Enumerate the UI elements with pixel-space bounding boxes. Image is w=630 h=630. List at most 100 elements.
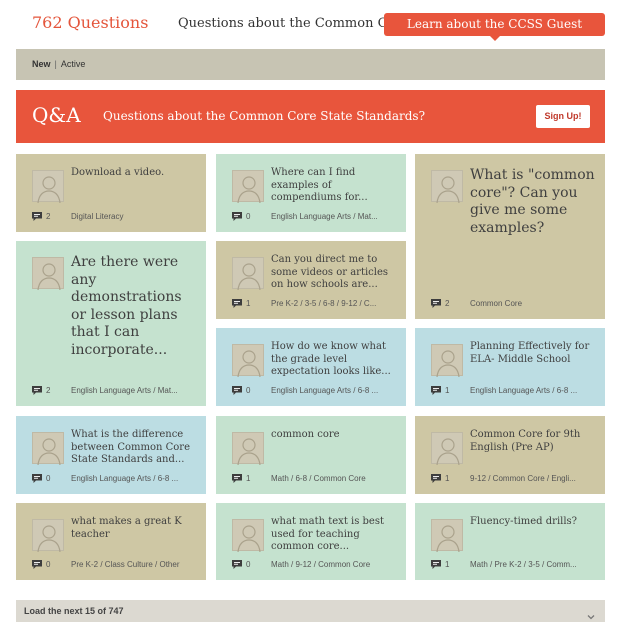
- question-text[interactable]: Fluency-timed drills?: [470, 516, 595, 529]
- sign-up-button[interactable]: Sign Up!: [536, 105, 590, 128]
- card-footer: 1 Math / Pre K-2 / 3-5 / Comm...: [431, 559, 597, 571]
- user-silhouette-icon: [431, 170, 463, 203]
- question-count: 762 Questions: [32, 13, 149, 32]
- load-more-label: Load the next 15 of 747: [24, 606, 124, 616]
- question-card[interactable]: Fluency-timed drills? 1 Math / Pre K-2 /…: [415, 503, 605, 580]
- card-footer: 0 English Language Arts / 6-8 ...: [32, 473, 198, 485]
- question-card[interactable]: How do we know what the grade level expe…: [216, 328, 406, 406]
- user-silhouette-icon: [431, 432, 463, 465]
- answer-count: 1: [445, 560, 450, 569]
- question-text[interactable]: Planning Effectively for ELA- Middle Sch…: [470, 341, 595, 366]
- comment-bubble-icon: [32, 212, 42, 221]
- filter-new[interactable]: New: [32, 59, 51, 69]
- user-silhouette-icon: [232, 170, 264, 203]
- load-more-button[interactable]: Load the next 15 of 747: [16, 600, 605, 622]
- card-footer: 1 9-12 / Common Core / Engli...: [431, 473, 597, 485]
- question-text[interactable]: How do we know what the grade level expe…: [271, 341, 396, 379]
- answer-count: 1: [445, 474, 450, 483]
- learn-guest-experts-button[interactable]: Learn about the CCSS Guest Experts: [384, 13, 605, 54]
- answer-count: 2: [445, 299, 450, 308]
- question-text[interactable]: What is "common core"? Can you give me s…: [470, 167, 595, 237]
- card-footer: 0 English Language Arts / Mat...: [232, 211, 398, 223]
- header-question: Questions about the Common Core?: [178, 16, 417, 31]
- answer-count: 0: [246, 386, 251, 395]
- user-silhouette-icon: [232, 344, 264, 377]
- chevron-down-icon: [587, 607, 595, 620]
- question-text[interactable]: Are there were any demonstrations or les…: [71, 254, 196, 359]
- card-footer: 0 Math / 9-12 / Common Core: [232, 559, 398, 571]
- card-tags[interactable]: Math / Pre K-2 / 3-5 / Comm...: [470, 559, 597, 571]
- question-text[interactable]: What is the difference between Common Co…: [71, 429, 196, 467]
- card-footer: 1 Pre K-2 / 3-5 / 6-8 / 9-12 / C...: [232, 298, 398, 310]
- question-card[interactable]: Are there were any demonstrations or les…: [16, 241, 206, 406]
- question-card[interactable]: Where can I find examples of compendiums…: [216, 154, 406, 232]
- question-text[interactable]: Download a video.: [71, 167, 196, 180]
- answer-count: 1: [246, 299, 251, 308]
- comment-bubble-icon: [232, 386, 242, 395]
- card-footer: 1 Math / 6-8 / Common Core: [232, 473, 398, 485]
- qa-banner: Q&A Questions about the Common Core Stat…: [16, 90, 605, 143]
- card-tags[interactable]: Math / 9-12 / Common Core: [271, 559, 398, 571]
- comment-bubble-icon: [232, 299, 242, 308]
- comment-bubble-icon: [431, 386, 441, 395]
- comment-bubble-icon: [232, 560, 242, 569]
- card-footer: 0 English Language Arts / 6-8 ...: [232, 385, 398, 397]
- user-silhouette-icon: [32, 257, 64, 290]
- question-text[interactable]: common core: [271, 429, 396, 442]
- question-card[interactable]: common core 1 Math / 6-8 / Common Core: [216, 416, 406, 494]
- qa-logo: Q&A: [32, 103, 81, 127]
- question-card[interactable]: Common Core for 9th English (Pre AP) 1 9…: [415, 416, 605, 494]
- user-silhouette-icon: [232, 257, 264, 290]
- comment-bubble-icon: [32, 560, 42, 569]
- card-tags[interactable]: Pre K-2 / Class Culture / Other: [71, 559, 198, 571]
- answer-count: 0: [246, 212, 251, 221]
- user-silhouette-icon: [431, 519, 463, 552]
- question-card[interactable]: what math text is best used for teaching…: [216, 503, 406, 580]
- question-card[interactable]: Download a video. 2 Digital Literacy: [16, 154, 206, 232]
- question-card[interactable]: what makes a great K teacher 0 Pre K-2 /…: [16, 503, 206, 580]
- answer-count: 2: [46, 386, 51, 395]
- card-footer: 2 Common Core: [431, 298, 597, 310]
- filter-active[interactable]: Active: [61, 59, 86, 69]
- answer-count: 0: [246, 560, 251, 569]
- question-text[interactable]: Common Core for 9th English (Pre AP): [470, 429, 595, 454]
- card-footer: 2 Digital Literacy: [32, 211, 198, 223]
- card-tags[interactable]: English Language Arts / 6-8 ...: [271, 385, 398, 397]
- comment-bubble-icon: [431, 560, 441, 569]
- card-tags[interactable]: Digital Literacy: [71, 211, 198, 223]
- question-card[interactable]: Can you direct me to some videos or arti…: [216, 241, 406, 319]
- comment-bubble-icon: [32, 474, 42, 483]
- card-tags[interactable]: 9-12 / Common Core / Engli...: [470, 473, 597, 485]
- question-text[interactable]: what math text is best used for teaching…: [271, 516, 396, 554]
- question-card[interactable]: What is the difference between Common Co…: [16, 416, 206, 494]
- card-tags[interactable]: English Language Arts / 6-8 ...: [71, 473, 198, 485]
- user-silhouette-icon: [431, 344, 463, 377]
- card-tags[interactable]: English Language Arts / Mat...: [271, 211, 398, 223]
- card-tags[interactable]: Common Core: [470, 298, 597, 310]
- question-card[interactable]: What is "common core"? Can you give me s…: [415, 154, 605, 319]
- user-silhouette-icon: [32, 519, 64, 552]
- answer-count: 0: [46, 560, 51, 569]
- answer-count: 1: [445, 386, 450, 395]
- question-text[interactable]: Where can I find examples of compendiums…: [271, 167, 396, 205]
- user-silhouette-icon: [32, 170, 64, 203]
- card-tags[interactable]: English Language Arts / Mat...: [71, 385, 198, 397]
- comment-bubble-icon: [232, 474, 242, 483]
- user-silhouette-icon: [32, 432, 64, 465]
- comment-bubble-icon: [32, 386, 42, 395]
- card-footer: 2 English Language Arts / Mat...: [32, 385, 198, 397]
- card-tags[interactable]: Pre K-2 / 3-5 / 6-8 / 9-12 / C...: [271, 298, 398, 310]
- answer-count: 1: [246, 474, 251, 483]
- answer-count: 0: [46, 474, 51, 483]
- card-tags[interactable]: English Language Arts / 6-8 ...: [470, 385, 597, 397]
- question-text[interactable]: Can you direct me to some videos or arti…: [271, 254, 396, 292]
- comment-bubble-icon: [431, 299, 441, 308]
- filter-bar: New | Active: [16, 49, 605, 80]
- question-text[interactable]: what makes a great K teacher: [71, 516, 196, 541]
- comment-bubble-icon: [431, 474, 441, 483]
- question-card[interactable]: Planning Effectively for ELA- Middle Sch…: [415, 328, 605, 406]
- user-silhouette-icon: [232, 519, 264, 552]
- card-footer: 0 Pre K-2 / Class Culture / Other: [32, 559, 198, 571]
- answer-count: 2: [46, 212, 51, 221]
- card-tags[interactable]: Math / 6-8 / Common Core: [271, 473, 398, 485]
